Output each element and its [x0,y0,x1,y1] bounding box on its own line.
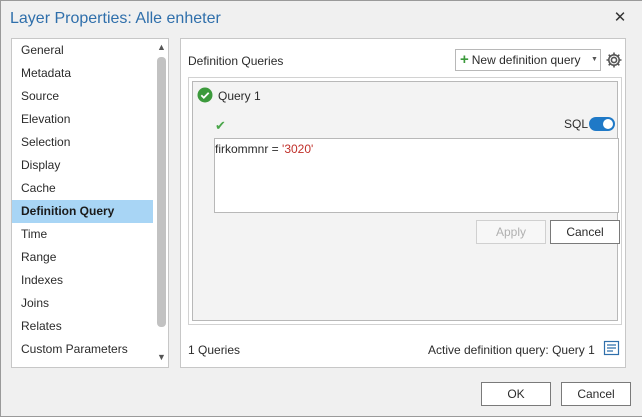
new-definition-query-button[interactable]: + New definition query ▼ [455,49,601,71]
new-definition-query-label: New definition query [471,53,581,67]
plus-icon: + [460,51,469,68]
sql-toggle[interactable] [589,117,615,131]
sidebar-item-custom-parameters[interactable]: Custom Parameters [12,338,153,361]
query-cancel-button[interactable]: Cancel [550,220,620,244]
cancel-button[interactable]: Cancel [561,382,631,406]
definition-query-panel: Definition Queries + New definition query… [180,38,626,368]
sql-expression-editor[interactable]: firkommnr = '3020' [214,138,619,213]
active-query-status: Active definition query: Query 1 [428,343,595,357]
sidebar-item-cache[interactable]: Cache [12,177,153,200]
sidebar-item-indexes[interactable]: Indexes [12,269,153,292]
sql-label: SQL [564,117,589,131]
check-circle-icon [197,87,213,103]
expression-field: firkommnr [215,142,269,156]
sidebar-nav: General Metadata Source Elevation Select… [11,38,169,368]
sidebar-item-source[interactable]: Source [12,85,153,108]
query-count: 1 Queries [188,343,241,357]
expression-operator: = [268,142,283,156]
apply-button[interactable]: Apply [476,220,546,244]
dialog-title: Layer Properties: Alle enheter [10,10,221,27]
title-bar: Layer Properties: Alle enheter ✕ [1,1,642,37]
list-icon[interactable] [603,340,621,356]
gear-icon[interactable] [605,51,623,69]
sidebar-item-display[interactable]: Display [12,154,153,177]
sidebar-item-general[interactable]: General [12,39,153,62]
expression-value: '3020' [282,142,314,156]
query-card-inner: Query 1 ✔ SQL firkommnr = '3020' Apply C… [192,81,620,321]
layer-properties-dialog: Layer Properties: Alle enheter ✕ General… [0,0,642,417]
close-icon[interactable]: ✕ [612,10,628,26]
ok-button[interactable]: OK [481,382,551,406]
sidebar-item-joins[interactable]: Joins [12,292,153,315]
sidebar-scrollbar[interactable]: ▲ ▼ [154,39,168,367]
dropdown-caret-icon[interactable]: ▼ [591,50,598,70]
toggle-knob [603,119,613,129]
sidebar-item-selection[interactable]: Selection [12,131,153,154]
query-header[interactable]: Query 1 [193,82,617,110]
sidebar-item-elevation[interactable]: Elevation [12,108,153,131]
sidebar-item-metadata[interactable]: Metadata [12,62,153,85]
scroll-down-icon[interactable]: ▼ [154,349,168,365]
sidebar-item-range[interactable]: Range [12,246,153,269]
query-card: Query 1 ✔ SQL firkommnr = '3020' Apply C… [188,77,622,325]
valid-check-icon: ✔ [215,118,226,133]
panel-title: Definition Queries [188,54,284,68]
scroll-up-icon[interactable]: ▲ [154,39,168,55]
scrollbar-thumb[interactable] [157,57,166,327]
query-name: Query 1 [218,89,261,103]
sidebar-item-relates[interactable]: Relates [12,315,153,338]
sidebar-item-definition-query[interactable]: Definition Query [12,200,153,223]
sidebar-item-time[interactable]: Time [12,223,153,246]
